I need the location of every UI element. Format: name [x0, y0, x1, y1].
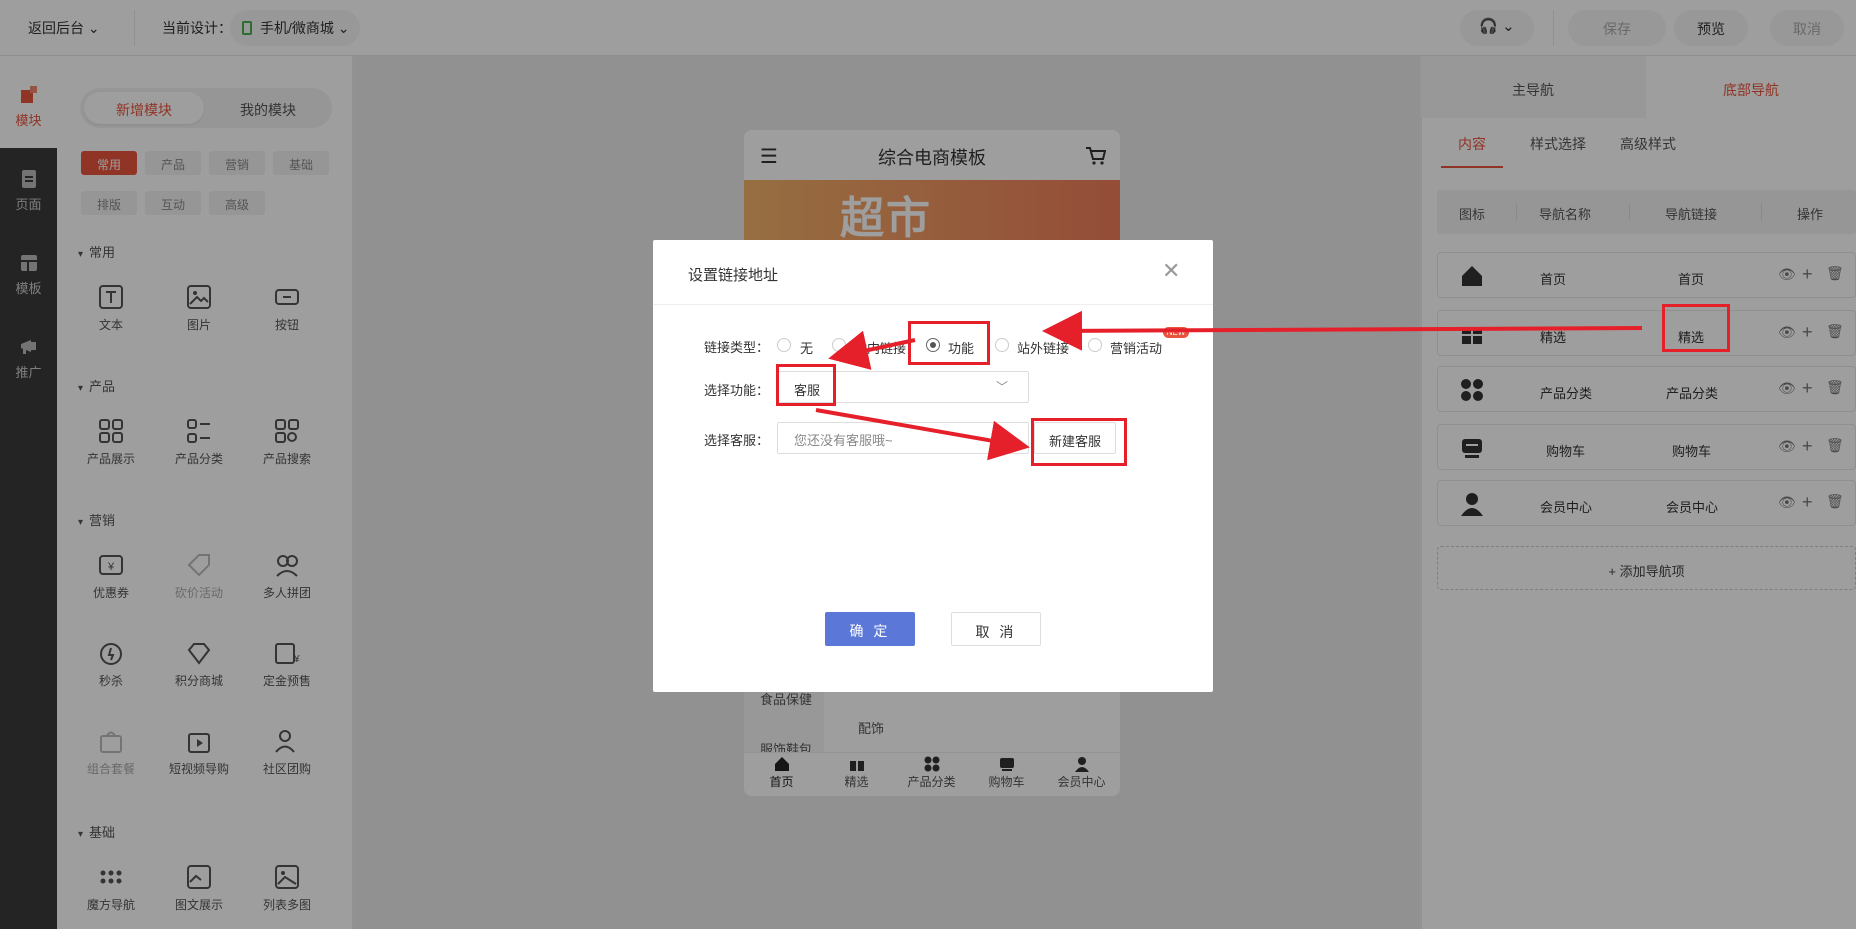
annotation-arrows [815, 310, 1643, 461]
